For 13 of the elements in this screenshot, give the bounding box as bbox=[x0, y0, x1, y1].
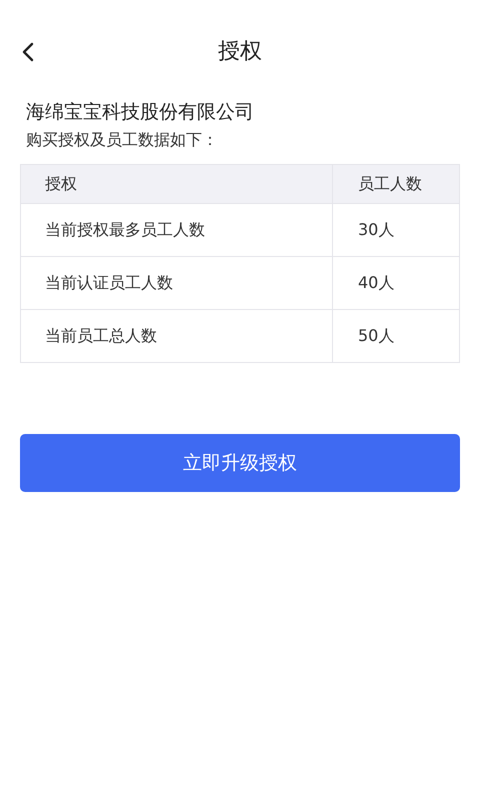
table-cell-text: 30人 bbox=[357, 218, 396, 240]
column-header: 员工人数 bbox=[357, 172, 423, 194]
table-cell-text: 40人 bbox=[357, 272, 396, 294]
table-cell: 当前认证员工人数 bbox=[21, 257, 333, 309]
upgrade-button[interactable]: 立即升级授权 bbox=[20, 434, 460, 492]
table-cell: 当前员工总人数 bbox=[21, 310, 333, 362]
company-name: 海绵宝宝科技股份有限公司 bbox=[26, 100, 255, 124]
back-icon[interactable] bbox=[22, 42, 34, 62]
page-title: 授权 bbox=[218, 38, 262, 66]
column-header: 授权 bbox=[21, 165, 333, 203]
table-cell: 当前授权最多员工人数 bbox=[21, 204, 333, 256]
table-cell-text: 50人 bbox=[357, 324, 396, 346]
intro-text: 购买授权及员工数据如下： bbox=[26, 129, 219, 151]
